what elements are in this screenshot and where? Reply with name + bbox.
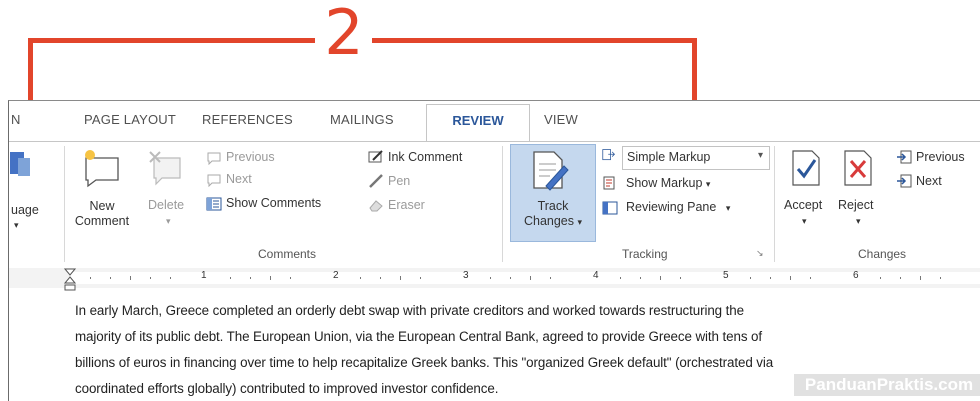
callout-number: 2 (324, 0, 364, 69)
show-markup-dropdown-arrow: ▾ (705, 179, 711, 189)
track-changes-dropdown-arrow: ▾ (577, 217, 583, 227)
show-markup-icon (603, 176, 615, 190)
previous-change-button[interactable]: Previous (916, 150, 965, 164)
tab-view[interactable]: VIEW (544, 112, 578, 127)
show-comments-button[interactable]: Show Comments (226, 196, 321, 210)
track-changes-button-label[interactable]: Track Changes ▾ (512, 199, 594, 230)
group-separator (774, 146, 775, 262)
new-comment-button-label[interactable]: New Comment (70, 199, 134, 229)
next-comment-button[interactable]: Next (226, 172, 252, 186)
reviewing-pane-dropdown-arrow: ▾ (725, 203, 731, 213)
ruler-mark: 4 (593, 270, 599, 281)
document-paragraph-line[interactable]: majority of its public debt. The Europea… (75, 329, 762, 344)
delete-button-label[interactable]: Delete (148, 198, 184, 212)
comments-group-label: Comments (258, 247, 317, 261)
accept-button-label[interactable]: Accept (784, 198, 822, 212)
language-icon[interactable] (10, 150, 32, 180)
reject-icon[interactable] (842, 148, 874, 188)
display-for-review-icon (602, 149, 615, 161)
delete-dropdown-arrow: ▾ (166, 216, 171, 226)
reject-dropdown-arrow: ▾ (856, 216, 861, 226)
show-comments-icon (206, 197, 222, 211)
previous-change-icon (897, 150, 912, 164)
previous-comment-button[interactable]: Previous (226, 150, 275, 164)
callout-line-right-horizontal (372, 38, 697, 43)
pen-button[interactable]: Pen (388, 174, 410, 188)
track-changes-icon[interactable] (528, 148, 570, 192)
tab-page-layout[interactable]: PAGE LAYOUT (84, 112, 176, 127)
group-separator (64, 146, 65, 262)
tab-mailings[interactable]: MAILINGS (330, 112, 394, 127)
ruler-mark: 2 (333, 270, 339, 281)
reject-button-label[interactable]: Reject (838, 198, 873, 212)
show-markup-button[interactable]: Show Markup ▾ (626, 176, 710, 190)
language-button-label[interactable]: uage (11, 203, 39, 217)
chevron-down-icon: ▾ (757, 150, 763, 161)
group-separator (502, 146, 503, 262)
callout-line-left-horizontal (28, 38, 315, 43)
eraser-icon (369, 200, 383, 212)
ruler-mark: 1 (201, 270, 207, 281)
ruler-mark: 3 (463, 270, 469, 281)
next-comment-icon (207, 174, 221, 187)
next-change-icon (897, 174, 912, 188)
document-paragraph-line[interactable]: In early March, Greece completed an orde… (75, 303, 744, 318)
new-comment-icon[interactable] (82, 148, 124, 188)
accept-icon[interactable] (790, 148, 822, 188)
accept-dropdown-arrow: ▾ (802, 216, 807, 226)
delete-comment-icon[interactable] (146, 148, 186, 188)
pen-icon (369, 174, 383, 188)
changes-group-label: Changes (858, 247, 907, 261)
tracking-group-label: Tracking (622, 247, 668, 261)
reviewing-pane-icon (602, 201, 618, 215)
tab-review[interactable]: REVIEW (426, 104, 530, 143)
language-dropdown-arrow: ▾ (14, 220, 19, 230)
watermark: PanduanPraktis.com (794, 374, 980, 396)
tab-partial[interactable]: N (11, 112, 21, 127)
reviewing-pane-button[interactable]: Reviewing Pane ▾ (626, 200, 730, 214)
next-change-button[interactable]: Next (916, 174, 942, 188)
markup-display-select[interactable]: Simple Markup ▾ (622, 146, 770, 170)
tab-references[interactable]: REFERENCES (202, 112, 293, 127)
previous-comment-icon (207, 152, 221, 165)
ink-comment-icon (368, 150, 383, 163)
eraser-button[interactable]: Eraser (388, 198, 425, 212)
tracking-options-launcher-icon[interactable]: ↘ (756, 248, 764, 259)
document-paragraph-line[interactable]: billions of euros in financing over time… (75, 355, 773, 370)
ruler-mark: 6 (853, 270, 859, 281)
ruler-mark: 5 (723, 270, 729, 281)
ink-comment-button[interactable]: Ink Comment (388, 150, 462, 164)
